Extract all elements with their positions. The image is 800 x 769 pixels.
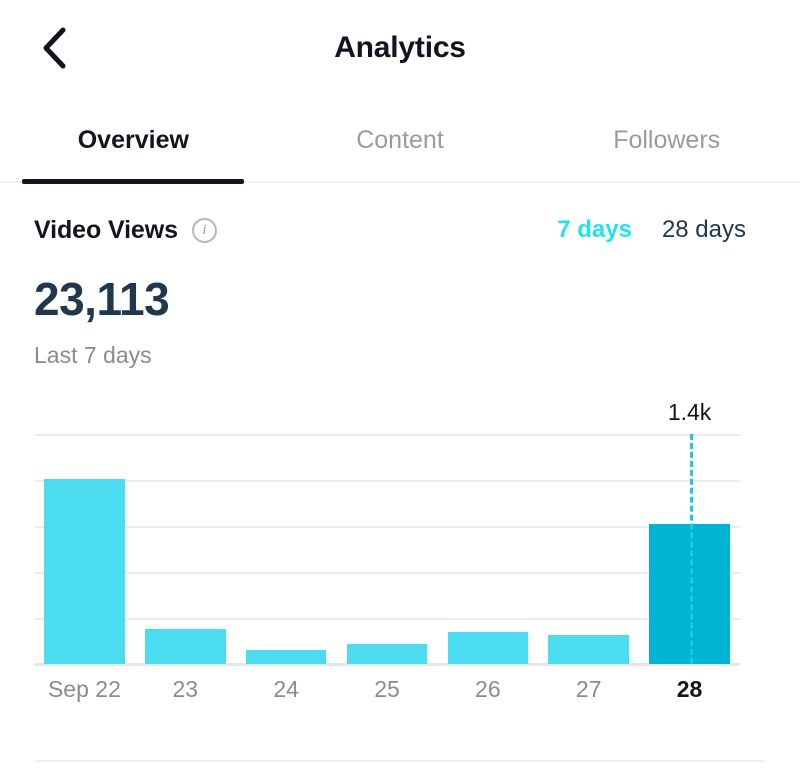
range-option-28-days[interactable]: 28 days xyxy=(662,216,746,244)
info-icon[interactable]: i xyxy=(192,218,217,243)
x-axis-tick-label: 25 xyxy=(374,676,400,703)
tab-followers-label: Followers xyxy=(613,126,720,155)
chart-marker-label: 1.4k xyxy=(668,399,711,426)
chart-bar[interactable] xyxy=(145,629,226,664)
tab-overview-label: Overview xyxy=(78,126,189,155)
range-option-7-days[interactable]: 7 days xyxy=(557,216,632,244)
chart-x-axis: Sep 22 23 24 25 26 27 28 xyxy=(34,676,740,710)
x-axis-tick-label: 27 xyxy=(576,676,602,703)
chart-plot-area xyxy=(34,434,740,664)
x-axis-tick-label: 23 xyxy=(172,676,198,703)
chart-marker-line xyxy=(690,434,693,664)
video-views-chart: 1.4k Sep 22232425262728 xyxy=(0,391,800,681)
analytics-tabs: Overview Content Followers xyxy=(0,96,800,184)
chart-bar[interactable] xyxy=(347,644,428,664)
section-divider xyxy=(34,760,766,762)
video-views-period: Last 7 days xyxy=(34,342,766,369)
x-axis-tick-label: 24 xyxy=(273,676,299,703)
x-axis-tick-label: Sep 22 xyxy=(48,676,121,703)
tab-content-label: Content xyxy=(356,126,444,155)
card-title-group: Video Views i xyxy=(34,216,217,245)
active-tab-indicator xyxy=(22,179,244,184)
x-axis-tick-label: 26 xyxy=(475,676,501,703)
video-views-total: 23,113 xyxy=(34,276,766,322)
chart-bar[interactable] xyxy=(44,479,125,664)
tab-overview[interactable]: Overview xyxy=(0,96,267,184)
chart-bar[interactable] xyxy=(548,635,629,664)
tab-content[interactable]: Content xyxy=(267,96,534,184)
date-range-toggle: 7 days 28 days xyxy=(557,216,766,244)
chart-bars xyxy=(34,434,740,664)
x-axis-tick-label: 28 xyxy=(677,676,703,703)
chart-bar[interactable] xyxy=(246,650,327,664)
chevron-left-icon xyxy=(41,27,67,69)
chart-bar[interactable] xyxy=(448,632,529,664)
back-button[interactable] xyxy=(28,22,80,74)
tab-followers[interactable]: Followers xyxy=(533,96,800,184)
page-title: Analytics xyxy=(334,31,466,65)
video-views-card: Video Views i 7 days 28 days 23,113 Last… xyxy=(0,184,800,369)
app-header: Analytics xyxy=(0,0,800,96)
card-header: Video Views i 7 days 28 days xyxy=(34,212,766,248)
card-title: Video Views xyxy=(34,216,178,245)
